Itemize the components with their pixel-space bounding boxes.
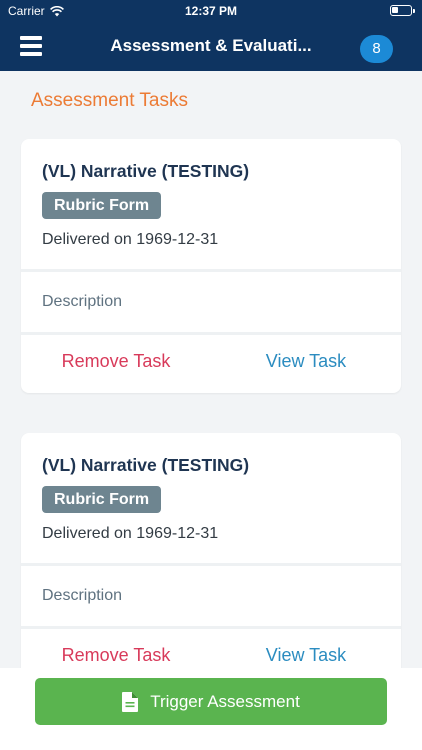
task-card-header: (VL) Narrative (TESTING) Rubric Form Del…: [21, 139, 401, 272]
task-actions: Remove Task View Task: [21, 335, 401, 387]
form-type-tag: Rubric Form: [42, 192, 162, 219]
view-task-button[interactable]: View Task: [211, 335, 401, 387]
battery-icon: [390, 5, 415, 16]
task-title: (VL) Narrative (TESTING): [42, 455, 250, 475]
remove-task-button[interactable]: Remove Task: [21, 335, 211, 387]
notification-badge[interactable]: 8: [360, 35, 393, 63]
status-time: 12:37 PM: [184, 4, 238, 18]
task-description[interactable]: Description: [21, 272, 401, 335]
page-title: Assessment & Evaluati...: [110, 36, 312, 55]
status-bar: Carrier 12:37 PM: [0, 0, 422, 22]
delivered-date: Delivered on 1969-12-31: [42, 525, 219, 542]
document-icon: [122, 691, 139, 712]
trigger-assessment-button[interactable]: Trigger Assessment: [35, 678, 387, 725]
delivered-date: Delivered on 1969-12-31: [42, 231, 219, 248]
bottom-action-bar: Trigger Assessment: [0, 668, 422, 750]
hamburger-menu-icon[interactable]: [20, 36, 42, 56]
app-header: Carrier 12:37 PM Assessment & Evaluati..…: [0, 0, 422, 71]
form-type-tag: Rubric Form: [42, 486, 162, 513]
trigger-assessment-label: Trigger Assessment: [150, 691, 300, 711]
section-title: Assessment Tasks: [31, 90, 188, 111]
task-card-header: (VL) Narrative (TESTING) Rubric Form Del…: [21, 433, 401, 566]
task-title: (VL) Narrative (TESTING): [42, 161, 250, 181]
task-card: (VL) Narrative (TESTING) Rubric Form Del…: [21, 433, 401, 687]
task-card: (VL) Narrative (TESTING) Rubric Form Del…: [21, 139, 401, 393]
task-description[interactable]: Description: [21, 566, 401, 629]
